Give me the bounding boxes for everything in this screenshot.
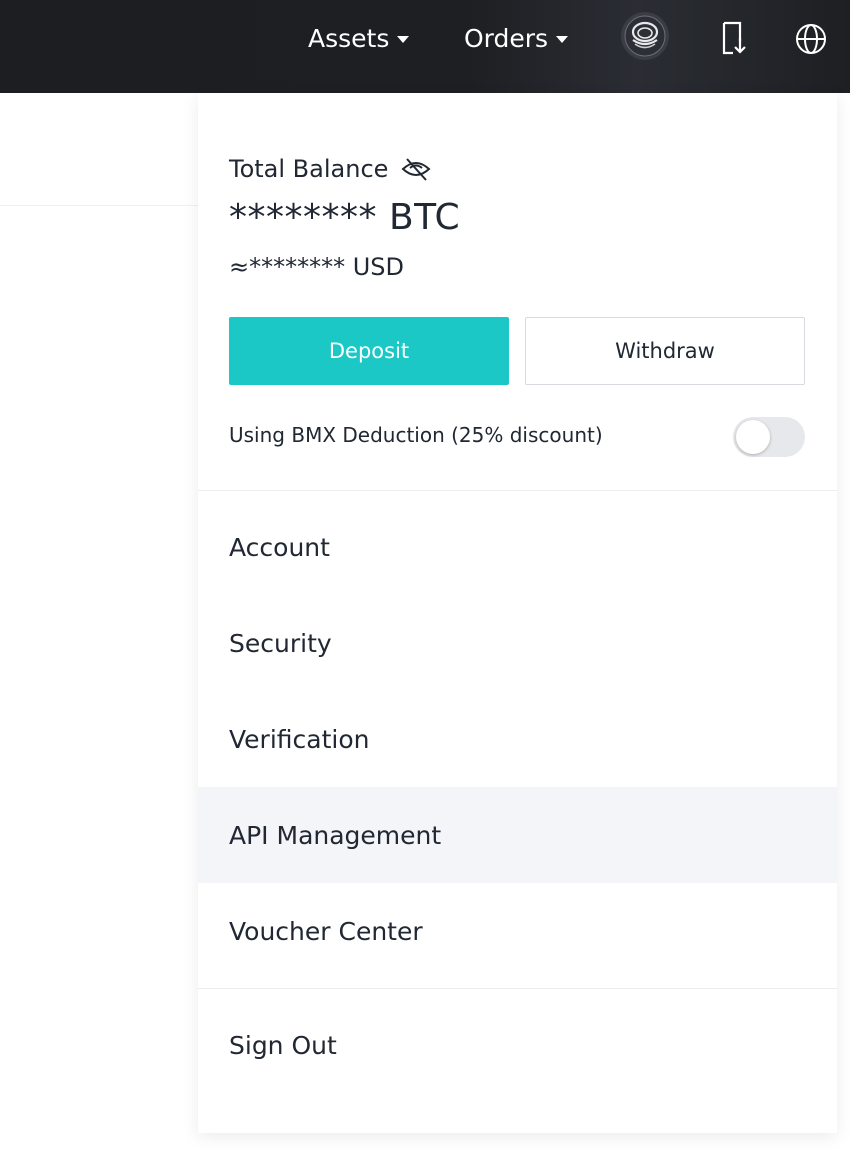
top-navbar: Assets Orders [0, 0, 850, 93]
assets-menu[interactable]: Assets [308, 20, 410, 56]
menu-item-api-management[interactable]: API Management [198, 787, 837, 883]
download-app-icon[interactable] [718, 20, 748, 56]
toggle-knob [736, 420, 770, 454]
divider [198, 988, 837, 989]
orders-menu[interactable]: Orders [464, 20, 569, 56]
account-dropdown: Total Balance ******** BTC ≈******** USD… [198, 93, 837, 1133]
assets-label: Assets [308, 23, 390, 53]
caret-down-icon [397, 36, 410, 43]
deposit-button[interactable]: Deposit [229, 317, 509, 385]
menu-item-account[interactable]: Account [198, 499, 837, 595]
menu-item-security[interactable]: Security [198, 595, 837, 691]
balance-usd-value: ≈******** USD [229, 253, 405, 281]
eye-hidden-icon[interactable] [400, 155, 432, 183]
avatar-icon[interactable] [620, 11, 670, 61]
orders-label: Orders [464, 23, 549, 53]
withdraw-button[interactable]: Withdraw [525, 317, 805, 385]
bmx-deduction-label: Using BMX Deduction (25% discount) [229, 423, 603, 447]
divider [198, 490, 837, 491]
total-balance-text: Total Balance [229, 155, 389, 183]
bmx-deduction-toggle[interactable] [733, 417, 805, 457]
menu-item-voucher-center[interactable]: Voucher Center [198, 883, 837, 979]
page-divider [0, 205, 200, 206]
globe-icon[interactable] [794, 22, 828, 56]
caret-down-icon [556, 36, 569, 43]
total-balance-label: Total Balance [229, 155, 432, 183]
sign-out-button[interactable]: Sign Out [198, 997, 837, 1093]
menu-item-verification[interactable]: Verification [198, 691, 837, 787]
balance-btc-value: ******** BTC [229, 197, 461, 238]
